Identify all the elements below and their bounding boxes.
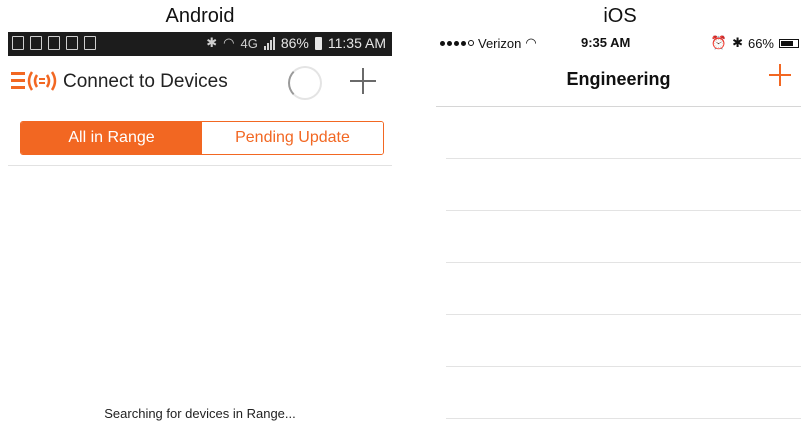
list-item[interactable] [446, 211, 801, 263]
list-item[interactable] [446, 367, 801, 419]
list-item[interactable] [446, 263, 801, 315]
divider [8, 165, 392, 166]
searching-status-text: Searching for devices in Range... [104, 406, 296, 421]
signal-icon [263, 36, 275, 50]
comparison-screen: Android iOS ✱ ◠ 4G 86% 11:35 AM Connect … [0, 0, 801, 426]
carrier-name: Verizon [478, 35, 522, 51]
nav-title: Engineering [566, 69, 671, 89]
ios-nav-bar: Engineering [436, 54, 801, 107]
android-screen: ✱ ◠ 4G 86% 11:35 AM Connect to Devices A… [8, 32, 392, 426]
clock: 11:35 AM [327, 35, 386, 51]
clock: 9:35 AM [581, 35, 631, 50]
battery-icon [314, 36, 322, 50]
android-app-bar: Connect to Devices [8, 56, 392, 108]
android-status-bar: ✱ ◠ 4G 86% 11:35 AM [8, 32, 392, 56]
bluetooth-icon: ✱ [732, 35, 743, 50]
tab-all-in-range[interactable]: All in Range [21, 122, 202, 154]
notification-icon [84, 36, 96, 50]
ios-label: iOS [603, 5, 637, 27]
alarm-icon: ⏰ [710, 35, 728, 50]
bluetooth-icon: ✱ [206, 35, 218, 50]
add-button[interactable] [769, 64, 791, 86]
notification-icon [12, 36, 24, 50]
list-item[interactable] [446, 315, 801, 367]
app-title: Connect to Devices [63, 71, 228, 92]
menu-logo-icon[interactable] [10, 67, 58, 95]
battery-icon [779, 38, 799, 48]
android-label: Android [165, 5, 235, 27]
tab-pending-update[interactable]: Pending Update [202, 122, 383, 154]
battery-percentage: 86% [280, 35, 309, 51]
list-item[interactable] [446, 159, 801, 211]
battery-percentage: 66% [747, 35, 774, 51]
wifi-icon: ◠ [525, 35, 537, 50]
ios-status-bar: Verizon ◠ 9:35 AM ⏰ ✱ 66% [436, 32, 801, 54]
loading-spinner [288, 66, 322, 100]
wifi-icon: ◠ [223, 35, 235, 50]
list-item[interactable] [446, 107, 801, 159]
notification-icon [48, 36, 60, 50]
add-device-button[interactable] [350, 68, 376, 94]
device-list [436, 107, 801, 419]
notification-icon [66, 36, 78, 50]
signal-dots-icon [440, 40, 474, 46]
network-type-text: 4G [240, 35, 258, 51]
device-filter-tabs: All in Range Pending Update [20, 121, 384, 155]
notification-icons [12, 36, 96, 50]
notification-icon [30, 36, 42, 50]
ios-screen: Verizon ◠ 9:35 AM ⏰ ✱ 66% Engineering [436, 32, 801, 426]
